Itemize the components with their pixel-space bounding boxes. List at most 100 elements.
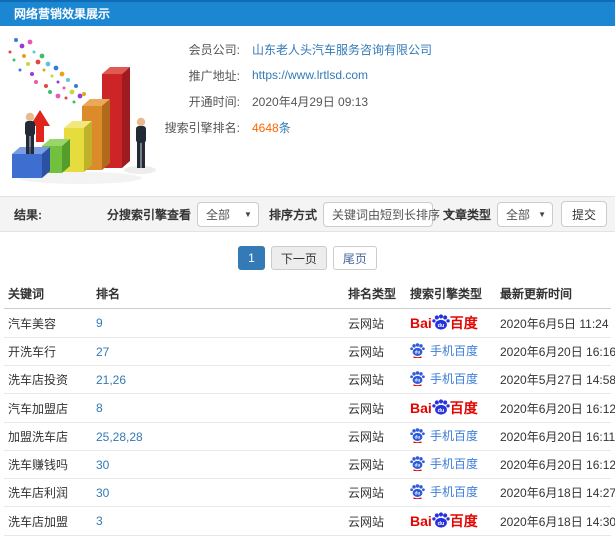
results-table: 关键词 排名 排名类型 搜索引擎类型 最新更新时间 汽车美容 9 云网站 Bai… [4, 279, 615, 536]
svg-text:du: du [437, 408, 444, 414]
rank-link[interactable]: 25,28,28 [96, 430, 143, 444]
rank-link[interactable]: 8 [96, 401, 103, 415]
updated-cell: 2020年6月18日 14:27 [496, 478, 615, 507]
keyword-cell: 洗车店投资 [4, 365, 92, 394]
search-engine-logo: Bai du 百度 [410, 398, 478, 418]
keyword-cell: 开洗车行 [4, 337, 92, 366]
rank-type-cell: 云网站 [344, 422, 406, 451]
engine-cell: Bai du 百度 [406, 393, 496, 423]
rank-cell: 9 [92, 308, 344, 338]
mobile-baidu-label: 手机百度 [430, 344, 479, 358]
rank-link[interactable]: 30 [96, 458, 109, 472]
updated-cell: 2020年6月20日 16:11 [496, 422, 615, 451]
app-header: 网络营销效果展示 [0, 0, 615, 26]
info-row-rank-count: 搜索引擎排名: 4648条 [130, 114, 615, 140]
engine-cell: Bai du 百度 [406, 308, 496, 338]
updated-cell: 2020年6月20日 16:16 [496, 337, 615, 366]
sort-selected-value: 关键词由短到长排序 [331, 207, 440, 222]
baidu-logo-bai-text: Bai [410, 400, 432, 416]
table-header-row: 关键词 排名 排名类型 搜索引擎类型 最新更新时间 [4, 279, 611, 309]
svg-text:du: du [437, 521, 444, 527]
engine-filter-label: 分搜索引擎查看 [106, 207, 191, 222]
baidu-paw-icon: du [432, 314, 450, 330]
rank-count-unit: 条 [278, 120, 291, 135]
promo-url-link[interactable]: https://www.lrtlsd.com [252, 68, 368, 82]
keyword-cell: 洗车店利润 [4, 478, 92, 507]
confetti-dots [8, 38, 86, 104]
rank-link[interactable]: 9 [96, 316, 103, 330]
svg-text:du: du [415, 378, 421, 383]
table-row: 洗车店利润 30 云网站 du 手机百度 2020年6月18日 14:27 [4, 478, 615, 507]
page-button-current[interactable]: 1 [238, 246, 265, 270]
member-company-link[interactable]: 山东老人头汽车服务咨询有限公司 [252, 41, 432, 58]
open-time-value: 2020年4月29日 09:13 [252, 94, 369, 109]
info-row-open-time: 开通时间: 2020年4月29日 09:13 [130, 88, 615, 114]
mobile-baidu-label: 手机百度 [430, 457, 479, 471]
rank-type-cell: 云网站 [344, 308, 406, 338]
rank-type-cell: 云网站 [344, 478, 406, 507]
table-row: 加盟洗车店 25,28,28 云网站 du 手机百度 2020年6月20日 16:… [4, 422, 615, 451]
mobile-baidu-label: 手机百度 [430, 372, 479, 386]
baidu-logo-cn-text: 百度 [449, 400, 478, 416]
search-engine-logo: du 手机百度 [410, 427, 478, 444]
rank-link[interactable]: 3 [96, 514, 103, 528]
info-row-member: 会员公司: 山东老人头汽车服务咨询有限公司 [130, 36, 615, 62]
rank-type-cell: 云网站 [344, 506, 406, 536]
baidu-paw-icon: du [410, 371, 425, 386]
svg-text:du: du [415, 491, 421, 496]
rank-type-cell: 云网站 [344, 365, 406, 394]
engine-cell: du 手机百度 [406, 365, 496, 394]
sort-select[interactable]: 关键词由短到长排序 ▼ [322, 201, 454, 227]
chevron-down-icon: ▼ [244, 209, 252, 219]
updated-cell: 2020年6月5日 11:24 [496, 308, 611, 338]
search-engine-logo: du 手机百度 [410, 455, 478, 472]
baidu-logo-cn-text: 百度 [449, 315, 478, 331]
rank-link[interactable]: 27 [96, 345, 109, 359]
last-page-button[interactable]: 尾页 [332, 246, 377, 270]
article-type-selected-value: 全部 [505, 207, 530, 222]
table-row: 开洗车行 27 云网站 du 手机百度 2020年6月20日 16:16 [4, 337, 615, 366]
rank-cell: 25,28,28 [92, 422, 344, 451]
baidu-logo-bai-text: Bai [410, 315, 432, 331]
table-row: 汽车美容 9 云网站 Bai du 百度 2020年6月5日 11:24 [4, 308, 611, 338]
search-engine-logo: Bai du 百度 [410, 511, 478, 531]
svg-text:du: du [437, 323, 444, 329]
search-engine-logo: du 手机百度 [410, 483, 478, 500]
engine-rank-value: 4648条 [252, 119, 291, 136]
next-page-button[interactable]: 下一页 [270, 246, 327, 270]
col-header-keyword: 关键词 [4, 279, 92, 309]
col-header-engine-type: 搜索引擎类型 [406, 279, 496, 309]
page-title: 网络营销效果展示 [14, 7, 111, 21]
rank-link[interactable]: 30 [96, 486, 109, 500]
baidu-paw-icon: du [410, 456, 425, 471]
results-table-wrap: 关键词 排名 排名类型 搜索引擎类型 最新更新时间 汽车美容 9 云网站 Bai… [4, 279, 615, 536]
baidu-logo-bai-text: Bai [410, 513, 432, 529]
submit-button[interactable]: 提交 [560, 201, 607, 227]
bar-chart-illustration [8, 38, 156, 184]
updated-cell: 2020年5月27日 14:58 [496, 365, 615, 394]
engine-filter-select[interactable]: 全部 ▼ [196, 201, 259, 227]
col-header-rank: 排名 [92, 279, 344, 309]
col-header-updated: 最新更新时间 [496, 279, 611, 309]
baidu-paw-icon: du [410, 343, 425, 358]
top-section: 会员公司: 山东老人头汽车服务咨询有限公司 推广地址: https://www.… [0, 26, 615, 196]
svg-text:du: du [415, 350, 421, 355]
svg-text:du: du [415, 463, 421, 468]
result-label: 结果: [14, 207, 42, 222]
table-row: 洗车赚钱吗 30 云网站 du 手机百度 2020年6月20日 16:12 [4, 450, 615, 479]
sort-label: 排序方式 [268, 207, 317, 222]
baidu-logo-cn-text: 百度 [449, 513, 478, 529]
updated-cell: 2020年6月18日 14:30 [496, 506, 615, 536]
search-engine-logo: du 手机百度 [410, 370, 478, 387]
chevron-down-icon: ▼ [538, 209, 546, 219]
engine-cell: du 手机百度 [406, 422, 496, 451]
rank-cell: 8 [92, 393, 344, 423]
rank-type-cell: 云网站 [344, 337, 406, 366]
updated-cell: 2020年6月20日 16:12 [496, 450, 615, 479]
table-row: 洗车店投资 21,26 云网站 du 手机百度 2020年5月27日 14:58 [4, 365, 615, 394]
article-type-select[interactable]: 全部 ▼ [496, 201, 553, 227]
pagination: 1 下一页 尾页 [0, 246, 615, 270]
company-info: 会员公司: 山东老人头汽车服务咨询有限公司 推广地址: https://www.… [130, 26, 615, 140]
baidu-paw-icon: du [432, 512, 450, 528]
rank-link[interactable]: 21,26 [96, 373, 126, 387]
